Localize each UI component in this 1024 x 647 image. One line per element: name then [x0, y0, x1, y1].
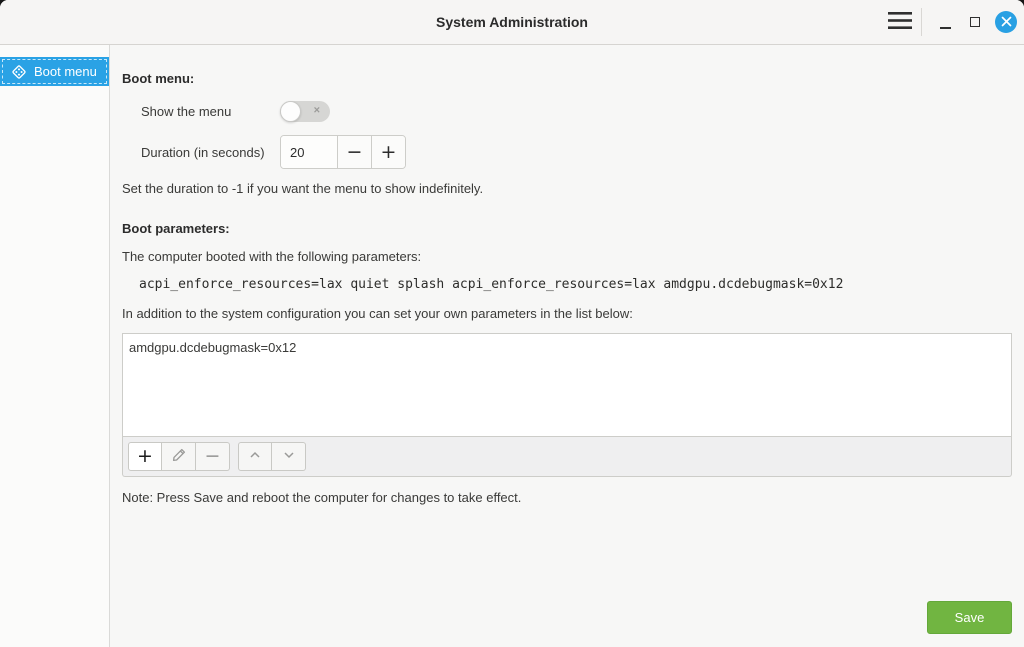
maximize-button[interactable] [960, 7, 990, 37]
show-menu-toggle[interactable]: × [280, 101, 330, 122]
titlebar-separator [921, 8, 922, 36]
titlebar[interactable]: System Administration [0, 0, 1024, 45]
boot-menu-heading: Boot menu: [122, 70, 1012, 88]
close-button[interactable] [995, 11, 1017, 33]
chevron-up-icon [247, 447, 263, 466]
edit-button-group: + − [128, 442, 230, 471]
remove-parameter-button[interactable]: − [196, 442, 230, 471]
boot-parameters-heading: Boot parameters: [122, 220, 1012, 238]
toggle-knob [280, 101, 301, 122]
duration-label: Duration (in seconds) [141, 145, 280, 160]
sidebar: Boot menu [0, 45, 110, 647]
minus-icon: − [347, 143, 363, 162]
boot-diamond-icon [11, 64, 27, 80]
duration-decrement-button[interactable]: − [337, 136, 371, 168]
hamburger-menu-button[interactable] [885, 7, 915, 37]
sidebar-item-boot-menu[interactable]: Boot menu [0, 57, 109, 86]
minimize-button[interactable] [930, 7, 960, 37]
move-up-button[interactable] [238, 442, 272, 471]
custom-params-intro: In addition to the system configuration … [122, 305, 1012, 323]
chevron-down-icon [281, 447, 297, 466]
show-menu-row: Show the menu × [141, 100, 1012, 122]
duration-input[interactable] [281, 136, 337, 168]
close-icon [1001, 15, 1012, 30]
move-down-button[interactable] [272, 442, 306, 471]
booted-with-label: The computer booted with the following p… [122, 248, 1012, 266]
duration-hint: Set the duration to -1 if you want the m… [122, 180, 1012, 198]
window-body: Boot menu Boot menu: Show the menu × Dur… [0, 45, 1024, 647]
duration-increment-button[interactable]: + [371, 136, 405, 168]
custom-parameters-list[interactable]: amdgpu.dcdebugmask=0x12 [122, 333, 1012, 437]
edit-parameter-button[interactable] [162, 442, 196, 471]
save-button[interactable]: Save [927, 601, 1012, 634]
main-content: Boot menu: Show the menu × Duration (in … [110, 45, 1024, 647]
minimize-icon [940, 26, 951, 29]
hamburger-icon [888, 11, 912, 33]
list-item[interactable]: amdgpu.dcdebugmask=0x12 [123, 334, 1011, 355]
toggle-off-icon: × [314, 105, 320, 116]
show-menu-label: Show the menu [141, 104, 280, 119]
add-parameter-button[interactable]: + [128, 442, 162, 471]
maximize-icon [970, 17, 980, 27]
system-administration-window: System Administration [0, 0, 1024, 647]
pencil-icon [171, 447, 187, 466]
duration-spinbutton: − + [280, 135, 406, 169]
duration-row: Duration (in seconds) − + [141, 135, 1012, 169]
reboot-note: Note: Press Save and reboot the computer… [122, 489, 1012, 507]
list-toolbar: + − [122, 437, 1012, 477]
plus-icon: + [137, 447, 153, 466]
sidebar-item-label: Boot menu [34, 64, 97, 79]
window-title: System Administration [0, 14, 1024, 30]
booted-parameters-value: acpi_enforce_resources=lax quiet splash … [139, 276, 1012, 294]
minus-icon: − [205, 447, 221, 466]
plus-icon: + [381, 143, 397, 162]
move-button-group [238, 442, 306, 471]
titlebar-controls [885, 7, 1024, 37]
